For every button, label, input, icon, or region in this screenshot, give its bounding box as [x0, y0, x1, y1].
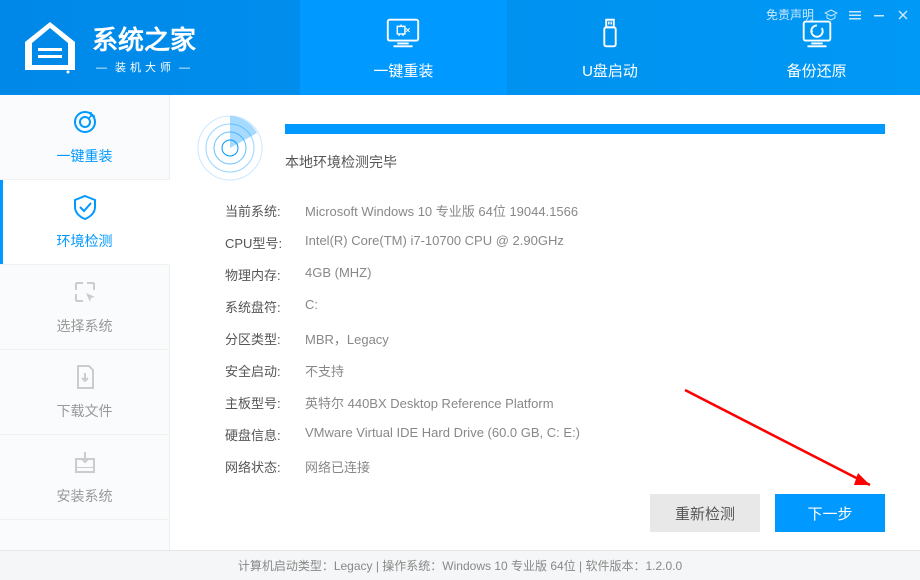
usb-icon — [591, 14, 629, 52]
info-row-cpu: CPU型号:Intel(R) Core(TM) i7-10700 CPU @ 2… — [225, 233, 885, 252]
info-row-os: 当前系统:Microsoft Windows 10 专业版 64位 19044.… — [225, 201, 885, 220]
radar-icon — [195, 113, 265, 183]
info-value: 网络已连接 — [305, 457, 370, 476]
sidebar-item-select-system[interactable]: 选择系统 — [0, 265, 169, 350]
info-label: 物理内存: — [225, 265, 305, 284]
info-label: 安全启动: — [225, 361, 305, 380]
sidebar-item-install[interactable]: 安装系统 — [0, 435, 169, 520]
sidebar-item-env-check[interactable]: 环境检测 — [0, 180, 169, 265]
progress-fill — [285, 124, 885, 134]
logo-area: 系统之家 装机大师 — [0, 20, 300, 75]
scan-status: 本地环境检测完毕 — [285, 152, 885, 172]
status-bar: 计算机启动类型：Legacy | 操作系统：Windows 10 专业版 64位… — [0, 550, 920, 580]
sidebar-item-label: 下载文件 — [57, 401, 113, 421]
logo-subtitle: 装机大师 — [92, 59, 198, 75]
info-label: 主板型号: — [225, 393, 305, 412]
action-buttons: 重新检测 下一步 — [650, 494, 885, 532]
monitor-icon — [384, 14, 422, 52]
info-row-ram: 物理内存:4GB (MHZ) — [225, 265, 885, 284]
info-value: 不支持 — [305, 361, 344, 380]
info-row-motherboard: 主板型号:英特尔 440BX Desktop Reference Platfor… — [225, 393, 885, 412]
retest-button[interactable]: 重新检测 — [650, 494, 760, 532]
tab-label: 一键重装 — [373, 60, 433, 81]
sidebar-item-label: 环境检测 — [57, 231, 113, 251]
info-label: 硬盘信息: — [225, 425, 305, 444]
menu-icon[interactable] — [848, 8, 862, 22]
tab-usb-boot[interactable]: U盘启动 — [507, 0, 714, 95]
info-value: Intel(R) Core(TM) i7-10700 CPU @ 2.90GHz — [305, 233, 564, 252]
info-value: C: — [305, 297, 318, 316]
info-value: VMware Virtual IDE Hard Drive (60.0 GB, … — [305, 425, 580, 444]
info-value: 4GB (MHZ) — [305, 265, 371, 284]
tab-reinstall[interactable]: 一键重装 — [300, 0, 507, 95]
info-label: 系统盘符: — [225, 297, 305, 316]
sidebar-item-label: 安装系统 — [57, 486, 113, 506]
info-row-secureboot: 安全启动:不支持 — [225, 361, 885, 380]
target-icon — [71, 108, 99, 136]
info-row-network: 网络状态:网络已连接 — [225, 457, 885, 476]
footer-text: 计算机启动类型：Legacy | 操作系统：Windows 10 专业版 64位… — [238, 557, 682, 574]
minimize-icon[interactable] — [872, 8, 886, 22]
info-value: MBR，Legacy — [305, 329, 389, 348]
sidebar-item-reinstall[interactable]: 一键重装 — [0, 95, 169, 180]
close-icon[interactable] — [896, 8, 910, 22]
cursor-box-icon — [71, 278, 99, 306]
house-logo-icon — [20, 20, 80, 75]
system-info-list: 当前系统:Microsoft Windows 10 专业版 64位 19044.… — [195, 201, 885, 476]
download-file-icon — [71, 363, 99, 391]
info-row-partition: 分区类型:MBR，Legacy — [225, 329, 885, 348]
info-value: Microsoft Windows 10 专业版 64位 19044.1566 — [305, 201, 578, 220]
next-button[interactable]: 下一步 — [775, 494, 885, 532]
info-label: 分区类型: — [225, 329, 305, 348]
scan-header: 本地环境检测完毕 — [195, 113, 885, 183]
sidebar: 一键重装 环境检测 选择系统 下载文件 安装系统 — [0, 95, 170, 550]
info-label: CPU型号: — [225, 233, 305, 252]
sidebar-item-label: 一键重装 — [57, 146, 113, 166]
window-controls: 免责声明 — [766, 6, 910, 23]
progress-bar — [285, 124, 885, 134]
app-header: 系统之家 装机大师 一键重装 U盘启动 备份还原 免责声明 — [0, 0, 920, 95]
info-value: 英特尔 440BX Desktop Reference Platform — [305, 393, 554, 412]
logo-title: 系统之家 — [92, 20, 198, 57]
info-row-disk: 硬盘信息:VMware Virtual IDE Hard Drive (60.0… — [225, 425, 885, 444]
install-box-icon — [71, 448, 99, 476]
info-label: 网络状态: — [225, 457, 305, 476]
app-body: 一键重装 环境检测 选择系统 下载文件 安装系统 — [0, 95, 920, 550]
main-content: 本地环境检测完毕 当前系统:Microsoft Windows 10 专业版 6… — [170, 95, 920, 550]
sidebar-item-download[interactable]: 下载文件 — [0, 350, 169, 435]
disclaimer-link[interactable]: 免责声明 — [766, 6, 814, 23]
shield-check-icon — [71, 193, 99, 221]
info-row-drive: 系统盘符:C: — [225, 297, 885, 316]
info-label: 当前系统: — [225, 201, 305, 220]
sidebar-item-label: 选择系统 — [57, 316, 113, 336]
tab-label: U盘启动 — [582, 60, 638, 81]
tab-label: 备份还原 — [787, 60, 847, 81]
graduation-icon[interactable] — [824, 8, 838, 22]
